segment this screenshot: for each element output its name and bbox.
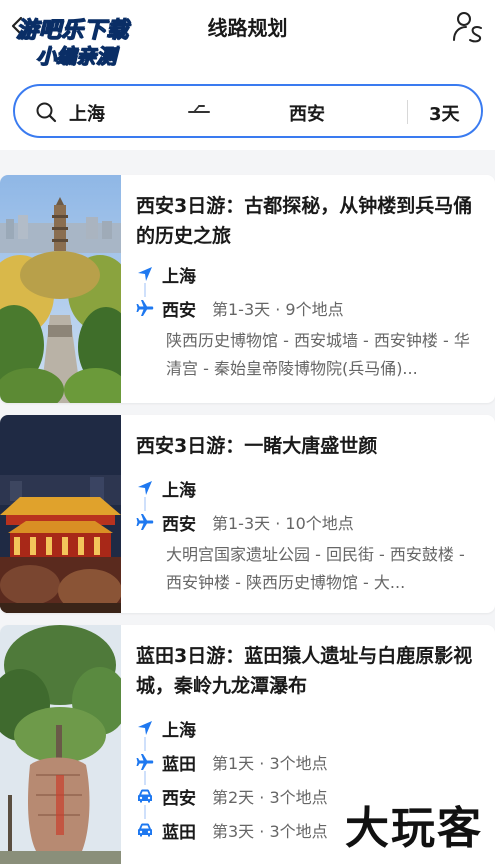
stop-city: 上海: [162, 480, 196, 501]
plane-icon: [136, 513, 154, 531]
search-bar[interactable]: 上海 西安 3天: [13, 84, 483, 138]
from-city-field[interactable]: 上海: [69, 100, 105, 126]
watermark-line2: 小编亲测: [36, 44, 117, 69]
stop-meta: 第2天 · 3个地点: [212, 788, 328, 807]
stop-list: 上海 西安 第1-3天 · 10个地点: [136, 471, 481, 539]
route-card-image: [0, 625, 121, 864]
stop-city: 西安: [162, 300, 196, 321]
stop-city: 上海: [162, 720, 196, 741]
stop-city: 上海: [162, 266, 196, 287]
brand-watermark: 大玩客: [345, 803, 483, 854]
stop-city: 蓝田: [162, 754, 196, 775]
stop-meta: 第1-3天 · 9个地点: [212, 300, 344, 319]
plane-icon: [136, 299, 154, 317]
route-card[interactable]: 西安3日游：古都探秘，从钟楼到兵马俑的历史之旅 上海 西安 第1-3天 · 9个…: [0, 175, 495, 403]
location-arrow-icon: [136, 265, 154, 283]
user-route-icon: [453, 12, 482, 43]
stop-row: 上海: [136, 711, 481, 745]
user-route-button[interactable]: [451, 10, 485, 44]
route-card-image: [0, 415, 121, 613]
stop-meta: 第1-3天 · 10个地点: [212, 514, 354, 533]
stop-meta: 第1天 · 3个地点: [212, 754, 328, 773]
page-title: 线路规划: [207, 16, 288, 40]
swap-arrow-icon[interactable]: [187, 100, 211, 122]
plane-icon: [136, 753, 154, 771]
car-icon: [136, 821, 154, 839]
stop-row: 蓝田 第1天 · 3个地点: [136, 745, 481, 779]
stop-row: 上海: [136, 471, 481, 505]
header: 游吧乐下载 小编亲测 线路规划 上海 西安 3天: [0, 0, 495, 150]
search-icon: [35, 101, 57, 123]
stop-row: 上海: [136, 257, 481, 291]
route-summary: 大明宫国家遗址公园 - 回民街 - 西安鼓楼 - 西安钟楼 - 陕西历史博物馆 …: [166, 545, 465, 592]
stop-row: 西安 第1-3天 · 9个地点: [136, 291, 481, 325]
route-card[interactable]: 西安3日游：一睹大唐盛世颜 上海 西安 第1-3天 · 10个地点 大明宫国家遗…: [0, 415, 495, 613]
route-card-title: 西安3日游：一睹大唐盛世颜: [136, 435, 378, 457]
stop-row: 西安 第1-3天 · 10个地点: [136, 505, 481, 539]
stop-meta: 第3天 · 3个地点: [212, 822, 328, 841]
page-title-wrap: 线路规划: [0, 12, 495, 41]
route-card-image: [0, 175, 121, 403]
divider: [407, 100, 408, 124]
app-root: 游吧乐下载 小编亲测 线路规划 上海 西安 3天 西安3日游：古都探秘，从钟楼到…: [0, 0, 495, 864]
route-summary: 陕西历史博物馆 - 西安城墙 - 西安钟楼 - 华清宫 - 秦始皇帝陵博物院(兵…: [166, 331, 470, 378]
route-card-body: 西安3日游：古都探秘，从钟楼到兵马俑的历史之旅 上海 西安 第1-3天 · 9个…: [136, 175, 481, 383]
route-card-body: 西安3日游：一睹大唐盛世颜 上海 西安 第1-3天 · 10个地点 大明宫国家遗…: [136, 415, 481, 597]
stop-city: 蓝田: [162, 822, 196, 843]
stop-list: 上海 西安 第1-3天 · 9个地点: [136, 257, 481, 325]
car-icon: [136, 787, 154, 805]
location-arrow-icon: [136, 719, 154, 737]
to-city-field[interactable]: 西安: [289, 100, 325, 126]
location-arrow-icon: [136, 479, 154, 497]
route-card-title: 蓝田3日游：蓝田猿人遗址与白鹿原影视城，秦岭九龙潭瀑布: [136, 645, 473, 697]
stop-city: 西安: [162, 788, 196, 809]
stop-city: 西安: [162, 514, 196, 535]
route-card-title: 西安3日游：古都探秘，从钟楼到兵马俑的历史之旅: [136, 195, 473, 247]
days-select[interactable]: 3天: [429, 100, 460, 126]
